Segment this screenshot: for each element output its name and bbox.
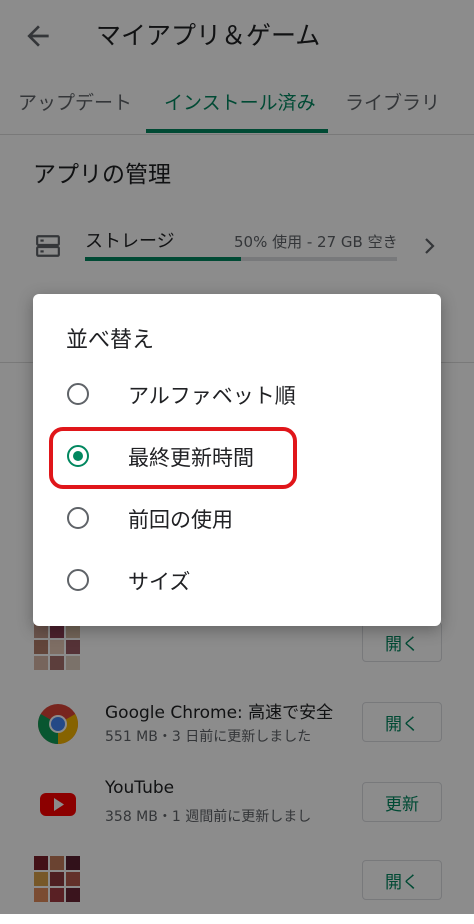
option-label: アルファベット順 bbox=[128, 384, 296, 408]
radio-button[interactable] bbox=[67, 383, 89, 405]
option-label: 前回の使用 bbox=[128, 508, 233, 532]
sort-option-last-used[interactable]: 前回の使用 bbox=[33, 490, 441, 550]
option-label: サイズ bbox=[128, 570, 191, 594]
radio-button[interactable] bbox=[67, 507, 89, 529]
sort-option-size[interactable]: サイズ bbox=[33, 552, 441, 612]
sort-dialog: 並べ替え アルファベット順 最終更新時間 前回の使用 サイズ bbox=[33, 294, 441, 626]
highlight-annotation bbox=[49, 427, 297, 489]
dialog-title: 並べ替え bbox=[66, 328, 155, 353]
radio-button[interactable] bbox=[67, 569, 89, 591]
sort-option-alphabetical[interactable]: アルファベット順 bbox=[33, 366, 441, 426]
